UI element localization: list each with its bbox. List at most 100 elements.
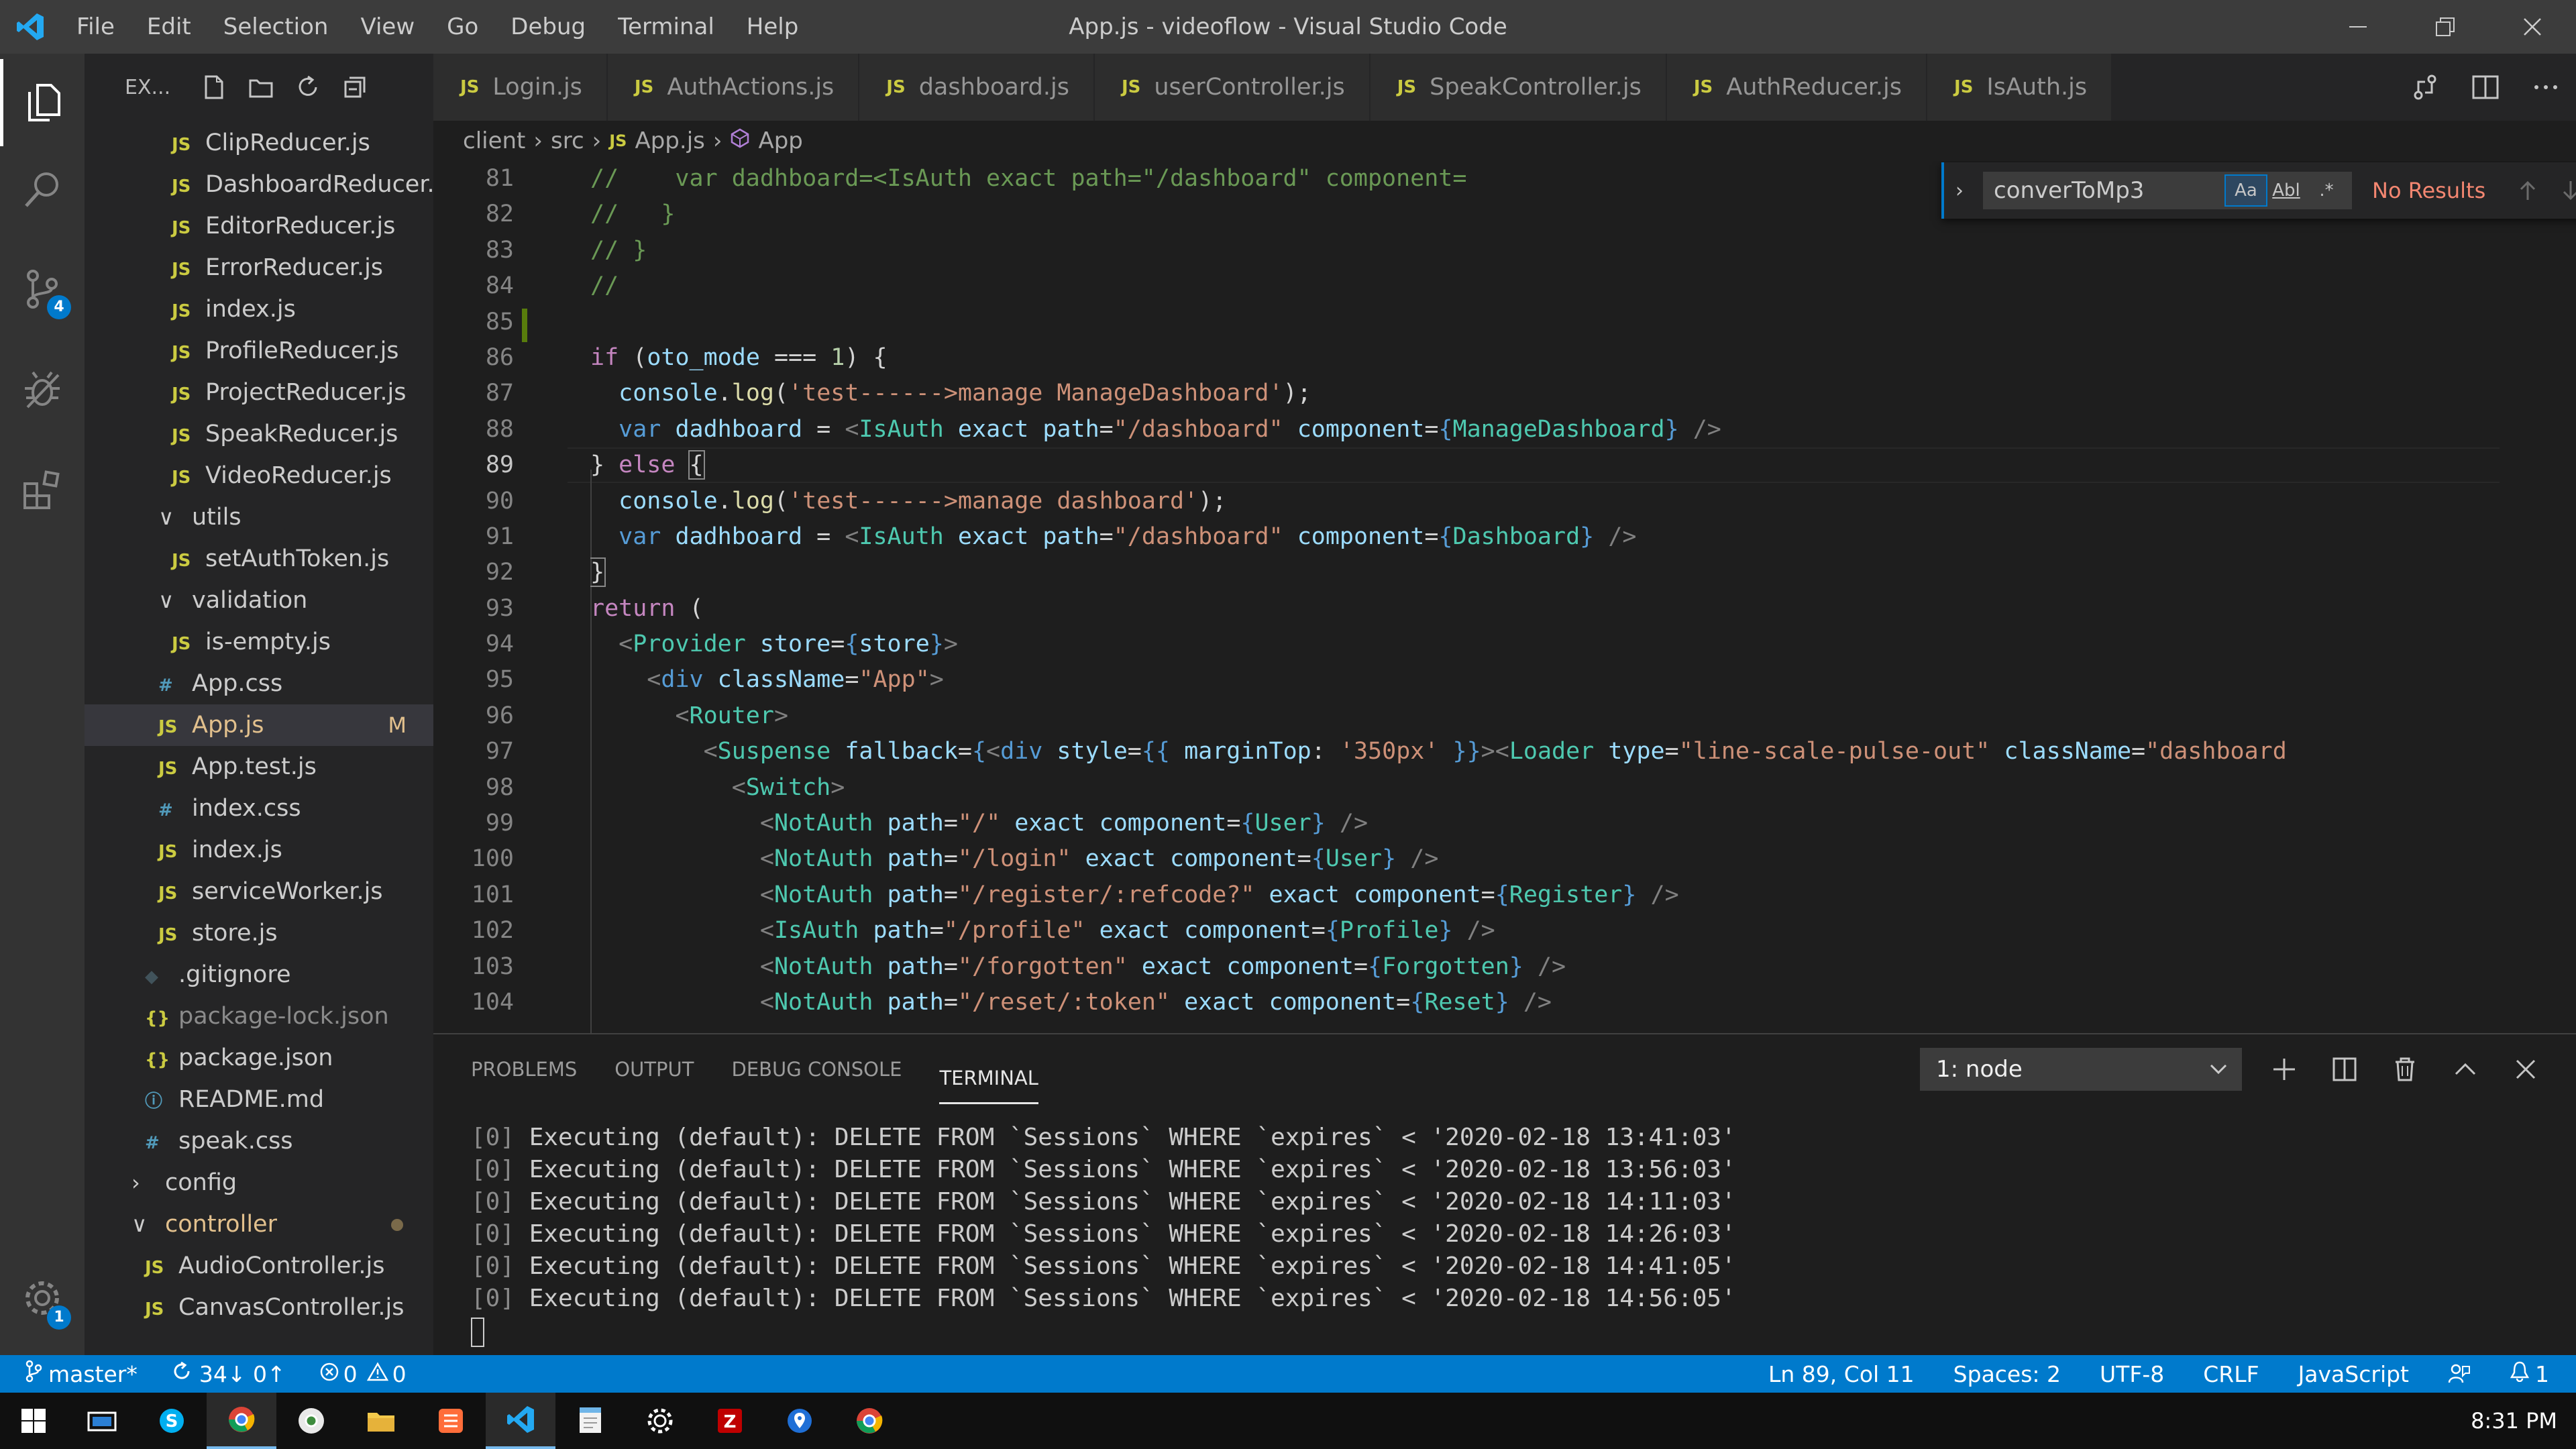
tree-file[interactable]: JS index.js — [85, 288, 433, 330]
indentation[interactable]: Spaces: 2 — [1953, 1361, 2061, 1387]
kill-terminal-trash-icon[interactable] — [2375, 1034, 2435, 1104]
close-window-button[interactable] — [2489, 0, 2576, 54]
file-explorer-icon[interactable] — [346, 1393, 416, 1449]
explorer-icon[interactable] — [0, 59, 85, 146]
tree-file[interactable]: JS DashboardReducer.js — [85, 164, 433, 205]
source-control-icon[interactable]: 4 — [0, 246, 85, 333]
more-actions-icon[interactable] — [2516, 54, 2576, 121]
sublime-text-icon[interactable] — [416, 1393, 486, 1449]
language-mode[interactable]: JavaScript — [2298, 1361, 2409, 1387]
use-regex-toggle[interactable]: .* — [2306, 176, 2347, 205]
tree-file[interactable]: JS SpeakReducer.js — [85, 413, 433, 455]
skype-icon[interactable]: S — [137, 1393, 207, 1449]
menu-go[interactable]: Go — [431, 0, 494, 54]
menu-terminal[interactable]: Terminal — [602, 0, 731, 54]
refresh-icon[interactable] — [284, 64, 331, 111]
windows-start-icon[interactable] — [0, 1393, 67, 1449]
settings-taskbar-icon[interactable] — [625, 1393, 695, 1449]
line-ending[interactable]: CRLF — [2203, 1361, 2259, 1387]
tree-file[interactable]: JS index.js — [85, 829, 433, 871]
vscode-taskbar-icon[interactable] — [486, 1393, 555, 1449]
split-editor-icon[interactable] — [2455, 54, 2516, 121]
breadcrumb-client[interactable]: client — [463, 127, 525, 154]
problems-status[interactable]: 0 0 — [319, 1361, 407, 1387]
previous-match-arrow-up-icon[interactable] — [2506, 162, 2549, 219]
next-match-arrow-down-icon[interactable] — [2549, 162, 2576, 219]
split-terminal-icon[interactable] — [2314, 1034, 2375, 1104]
menu-help[interactable]: Help — [731, 0, 815, 54]
toggle-replace-chevron-icon[interactable]: › — [1941, 162, 1975, 219]
tree-folder[interactable]: › config — [85, 1162, 433, 1203]
tab-login[interactable]: JS Login.js — [433, 54, 608, 121]
tree-folder[interactable]: ∨ utils — [85, 496, 433, 538]
close-panel-icon[interactable] — [2496, 1034, 2556, 1104]
tab-usercontroller[interactable]: JS userController.js — [1094, 54, 1371, 121]
chrome-secondary-icon[interactable] — [835, 1393, 904, 1449]
tab-isauth[interactable]: JS IsAuth.js — [1927, 54, 2113, 121]
menu-view[interactable]: View — [344, 0, 431, 54]
debug-icon[interactable] — [0, 346, 85, 433]
tree-file[interactable]: JS App.js M — [85, 704, 433, 746]
notepad-icon[interactable] — [555, 1393, 625, 1449]
tree-file[interactable]: JS EditorReducer.js — [85, 205, 433, 247]
tree-file[interactable]: {} package-lock.json — [85, 996, 433, 1037]
minimize-button[interactable] — [2314, 0, 2402, 54]
breadcrumb-symbol[interactable]: App — [758, 127, 802, 154]
tree-file[interactable]: # App.css — [85, 663, 433, 704]
code-content[interactable]: // var dadhboard=<IsAuth exact path="/da… — [590, 161, 2489, 1020]
tab-speakcontroller[interactable]: JS SpeakController.js — [1370, 54, 1667, 121]
tree-file[interactable]: JS AudioController.js — [85, 1245, 433, 1287]
tree-file[interactable]: JS ProjectReducer.js — [85, 372, 433, 413]
code-editor[interactable]: 81 82 83 84 85 86 87 88 89 90 91 92 93 94 95 96 97 98 99 10… — [433, 161, 2576, 1033]
tab-output[interactable]: OUTPUT — [614, 1034, 694, 1104]
file-encoding[interactable]: UTF-8 — [2100, 1361, 2164, 1387]
tree-file[interactable]: JS store.js — [85, 912, 433, 954]
tree-file[interactable]: # speak.css — [85, 1120, 433, 1162]
task-view-icon[interactable] — [67, 1393, 137, 1449]
settings-gear-icon[interactable]: 1 — [0, 1254, 85, 1342]
tree-file[interactable]: JS ErrorReducer.js — [85, 247, 433, 288]
menu-file[interactable]: File — [60, 0, 131, 54]
restore-button[interactable] — [2402, 0, 2489, 54]
collapse-all-icon[interactable] — [331, 64, 378, 111]
match-whole-word-toggle[interactable]: Abl — [2266, 176, 2306, 205]
tree-file[interactable]: JS ProfileReducer.js — [85, 330, 433, 372]
system-clock[interactable]: 8:31 PM — [2471, 1393, 2557, 1449]
notifications-status[interactable]: 1 — [2510, 1360, 2549, 1387]
tree-file[interactable]: # index.css — [85, 788, 433, 829]
tree-file[interactable]: ◆ .gitignore — [85, 954, 433, 996]
new-folder-icon[interactable] — [237, 64, 284, 111]
new-file-icon[interactable] — [191, 64, 237, 111]
maximize-panel-chevron-up-icon[interactable] — [2435, 1034, 2496, 1104]
tree-file[interactable]: JS ClipReducer.js — [85, 122, 433, 164]
terminal-select[interactable]: 1: node — [1920, 1048, 2242, 1091]
search-icon[interactable] — [0, 146, 85, 233]
terminal-output[interactable]: [0] Executing (default): DELETE FROM `Se… — [471, 1122, 1736, 1347]
tree-file[interactable]: JS is-empty.js — [85, 621, 433, 663]
chrome-canary-icon[interactable] — [276, 1393, 346, 1449]
tab-dashboard[interactable]: JS dashboard.js — [859, 54, 1095, 121]
tree-file[interactable]: JS App.test.js — [85, 746, 433, 788]
tab-problems[interactable]: PROBLEMS — [471, 1034, 577, 1104]
feedback-icon[interactable] — [2448, 1362, 2471, 1385]
chrome-icon[interactable] — [207, 1393, 276, 1449]
match-case-toggle[interactable]: Aa — [2224, 174, 2267, 207]
breadcrumb-file[interactable]: App.js — [635, 127, 704, 154]
cursor-position[interactable]: Ln 89, Col 11 — [1768, 1361, 1915, 1387]
extensions-icon[interactable] — [0, 447, 85, 534]
menu-selection[interactable]: Selection — [207, 0, 345, 54]
tree-folder[interactable]: ∨ controller — [85, 1203, 433, 1245]
new-terminal-plus-icon[interactable] — [2254, 1034, 2314, 1104]
tab-authactions[interactable]: JS AuthActions.js — [607, 54, 860, 121]
tree-file[interactable]: JS VideoReducer.js — [85, 455, 433, 496]
open-changes-icon[interactable] — [2395, 54, 2455, 121]
find-input[interactable]: converToMp3 Aa Abl .* — [1983, 172, 2352, 209]
tab-authreducer[interactable]: JS AuthReducer.js — [1666, 54, 1928, 121]
tree-file[interactable]: JS setAuthToken.js — [85, 538, 433, 580]
tree-file[interactable]: ⓘ README.md — [85, 1079, 433, 1120]
maps-icon[interactable] — [765, 1393, 835, 1449]
tab-terminal[interactable]: TERMINAL — [939, 1055, 1038, 1104]
tree-file[interactable]: JS serviceWorker.js — [85, 871, 433, 912]
tree-file[interactable]: JS CanvasController.js — [85, 1287, 433, 1328]
menu-debug[interactable]: Debug — [494, 0, 602, 54]
